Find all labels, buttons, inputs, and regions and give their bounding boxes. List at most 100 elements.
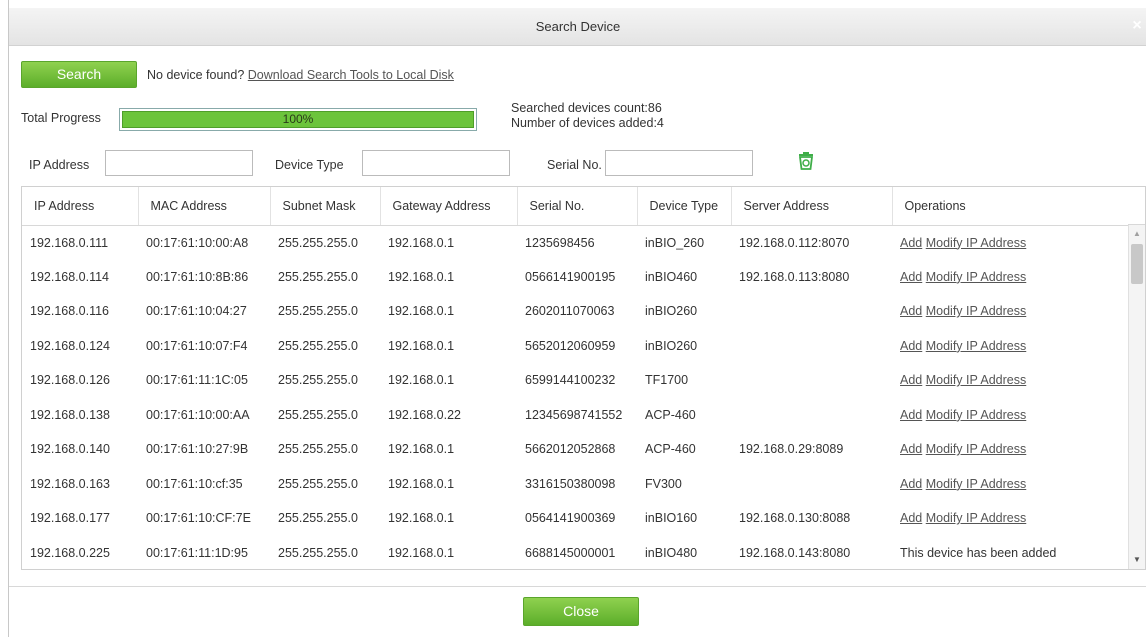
table-cell: inBIO260: [645, 304, 698, 319]
table-cell: 192.168.0.1: [388, 511, 455, 526]
table-cell: 192.168.0.1: [388, 304, 455, 319]
ip-filter-input[interactable]: [105, 150, 253, 176]
add-device-link[interactable]: Add: [900, 373, 922, 387]
serial-filter-label: Serial No.: [547, 158, 602, 172]
modify-ip-link[interactable]: Modify IP Address: [926, 477, 1027, 491]
table-cell: 00:17:61:11:1C:05: [146, 373, 248, 388]
table-cell: ACP-460: [645, 442, 696, 457]
table-cell: 255.255.255.0: [278, 511, 358, 526]
table-cell: 00:17:61:11:1D:95: [146, 545, 248, 560]
scroll-up-arrow-icon[interactable]: ▲: [1133, 229, 1141, 238]
add-device-link[interactable]: Add: [900, 511, 922, 525]
table-scrollbar[interactable]: ▲ ▼: [1128, 225, 1145, 569]
column-header: Server Address: [731, 187, 893, 226]
table-cell: 192.168.0.143:8080: [739, 545, 851, 560]
modify-ip-link[interactable]: Modify IP Address: [926, 339, 1027, 353]
table-cell: 192.168.0.1: [388, 235, 455, 250]
add-device-link[interactable]: Add: [900, 339, 922, 353]
table-cell: [731, 294, 892, 329]
modify-ip-link[interactable]: Modify IP Address: [926, 236, 1027, 250]
table-cell: inBIO_260: [645, 235, 705, 250]
modify-ip-link[interactable]: Modify IP Address: [926, 304, 1027, 318]
table-cell: 255.255.255.0: [278, 304, 358, 319]
serial-filter-input[interactable]: [605, 150, 753, 176]
add-device-link[interactable]: Add: [900, 236, 922, 250]
close-icon[interactable]: ×: [1129, 17, 1145, 35]
scroll-down-arrow-icon[interactable]: ▼: [1133, 555, 1141, 564]
operations-cell: Add Modify IP Address: [892, 260, 1128, 295]
table-row: 192.168.0.111 00:17:61:10:00:A8 255.255.25…: [22, 225, 1128, 260]
searched-count: Searched devices count:86: [511, 101, 662, 115]
column-header: IP Address: [22, 187, 139, 226]
table-cell: [731, 329, 892, 364]
table-cell: inBIO480: [645, 545, 698, 560]
table-cell: 192.168.0.1: [388, 373, 455, 388]
table-cell: 192.168.0.112:8070: [739, 235, 850, 250]
table-cell: 5652012060959: [525, 338, 616, 353]
column-header: Gateway Address: [380, 187, 518, 226]
table-cell: 192.168.0.29:8089: [739, 442, 844, 457]
modify-ip-link[interactable]: Modify IP Address: [926, 408, 1027, 422]
trash-icon[interactable]: [795, 150, 817, 172]
table-row: 192.168.0.163 00:17:61:10:cf:35 255.255.25…: [22, 467, 1128, 502]
operations-cell: Add Modify IP Address: [892, 225, 1128, 260]
modify-ip-link[interactable]: Modify IP Address: [926, 442, 1027, 456]
search-device-dialog: Search Device × Search No device found? …: [8, 0, 1146, 637]
operations-cell: Add Modify IP Address: [892, 398, 1128, 433]
table-cell: 00:17:61:10:00:AA: [146, 407, 250, 422]
header-corner: [1128, 187, 1145, 225]
table-cell: FV300: [645, 476, 682, 491]
column-header: Device Type: [637, 187, 732, 226]
search-hint: No device found? Download Search Tools t…: [147, 68, 454, 82]
table-cell: 00:17:61:10:07:F4: [146, 338, 248, 353]
table-cell: 00:17:61:10:27:9B: [146, 442, 249, 457]
table-cell: 1235698456: [525, 235, 595, 250]
table-cell: 192.168.0.140: [30, 442, 110, 457]
type-filter-label: Device Type: [275, 158, 344, 172]
column-header: MAC Address: [138, 187, 271, 226]
add-device-link[interactable]: Add: [900, 270, 922, 284]
add-device-link[interactable]: Add: [900, 442, 922, 456]
modify-ip-link[interactable]: Modify IP Address: [926, 511, 1027, 525]
type-filter-input[interactable]: [362, 150, 510, 176]
add-device-link[interactable]: Add: [900, 477, 922, 491]
operations-cell: Add Modify IP Address: [892, 363, 1128, 398]
add-device-link[interactable]: Add: [900, 408, 922, 422]
table-cell: 255.255.255.0: [278, 407, 358, 422]
add-device-link[interactable]: Add: [900, 304, 922, 318]
table-cell: 192.168.0.1: [388, 476, 455, 491]
table-cell: 192.168.0.163: [30, 476, 110, 491]
table-cell: inBIO260: [645, 338, 698, 353]
table-cell: 12345698741552: [525, 407, 623, 422]
modify-ip-link[interactable]: Modify IP Address: [926, 373, 1027, 387]
progress-label: Total Progress: [21, 111, 101, 125]
dialog-titlebar: Search Device ×: [9, 8, 1146, 46]
table-row: 192.168.0.124 00:17:61:10:07:F4 255.255.25…: [22, 329, 1128, 364]
table-cell: 192.168.0.1: [388, 545, 455, 560]
table-header: IP Address MAC Address Subnet Mask Gateway …: [22, 187, 1129, 226]
column-header: Serial No.: [517, 187, 638, 226]
close-button[interactable]: Close: [523, 597, 639, 626]
download-tools-link[interactable]: Download Search Tools to Local Disk: [248, 68, 454, 82]
operations-cell: Add Modify IP Address: [892, 294, 1128, 329]
footer-divider: [9, 586, 1146, 587]
search-button[interactable]: Search: [21, 61, 137, 88]
progress-bar: 100%: [119, 108, 477, 131]
table-cell: 192.168.0.1: [388, 442, 455, 457]
table-cell: 192.168.0.177: [30, 511, 110, 526]
table-cell: [731, 467, 892, 502]
table-cell: 0566141900195: [525, 269, 616, 284]
table-cell: 255.255.255.0: [278, 442, 358, 457]
scroll-thumb[interactable]: [1131, 244, 1143, 284]
modify-ip-link[interactable]: Modify IP Address: [926, 270, 1027, 284]
table-cell: 192.168.0.130:8088: [739, 511, 851, 526]
device-table: IP Address MAC Address Subnet Mask Gateway …: [21, 186, 1146, 570]
operations-cell: Add Modify IP Address: [892, 329, 1128, 364]
table-row: 192.168.0.140 00:17:61:10:27:9B 255.255.25…: [22, 432, 1128, 467]
table-row: 192.168.0.225 00:17:61:11:1D:95 255.255.25…: [22, 536, 1128, 570]
table-cell: 192.168.0.114: [30, 269, 110, 284]
operations-cell: Add Modify IP Address: [892, 501, 1128, 536]
table-cell: 255.255.255.0: [278, 269, 358, 284]
table-cell: 255.255.255.0: [278, 235, 358, 250]
table-row: 192.168.0.126 00:17:61:11:1C:05 255.255.25…: [22, 363, 1128, 398]
